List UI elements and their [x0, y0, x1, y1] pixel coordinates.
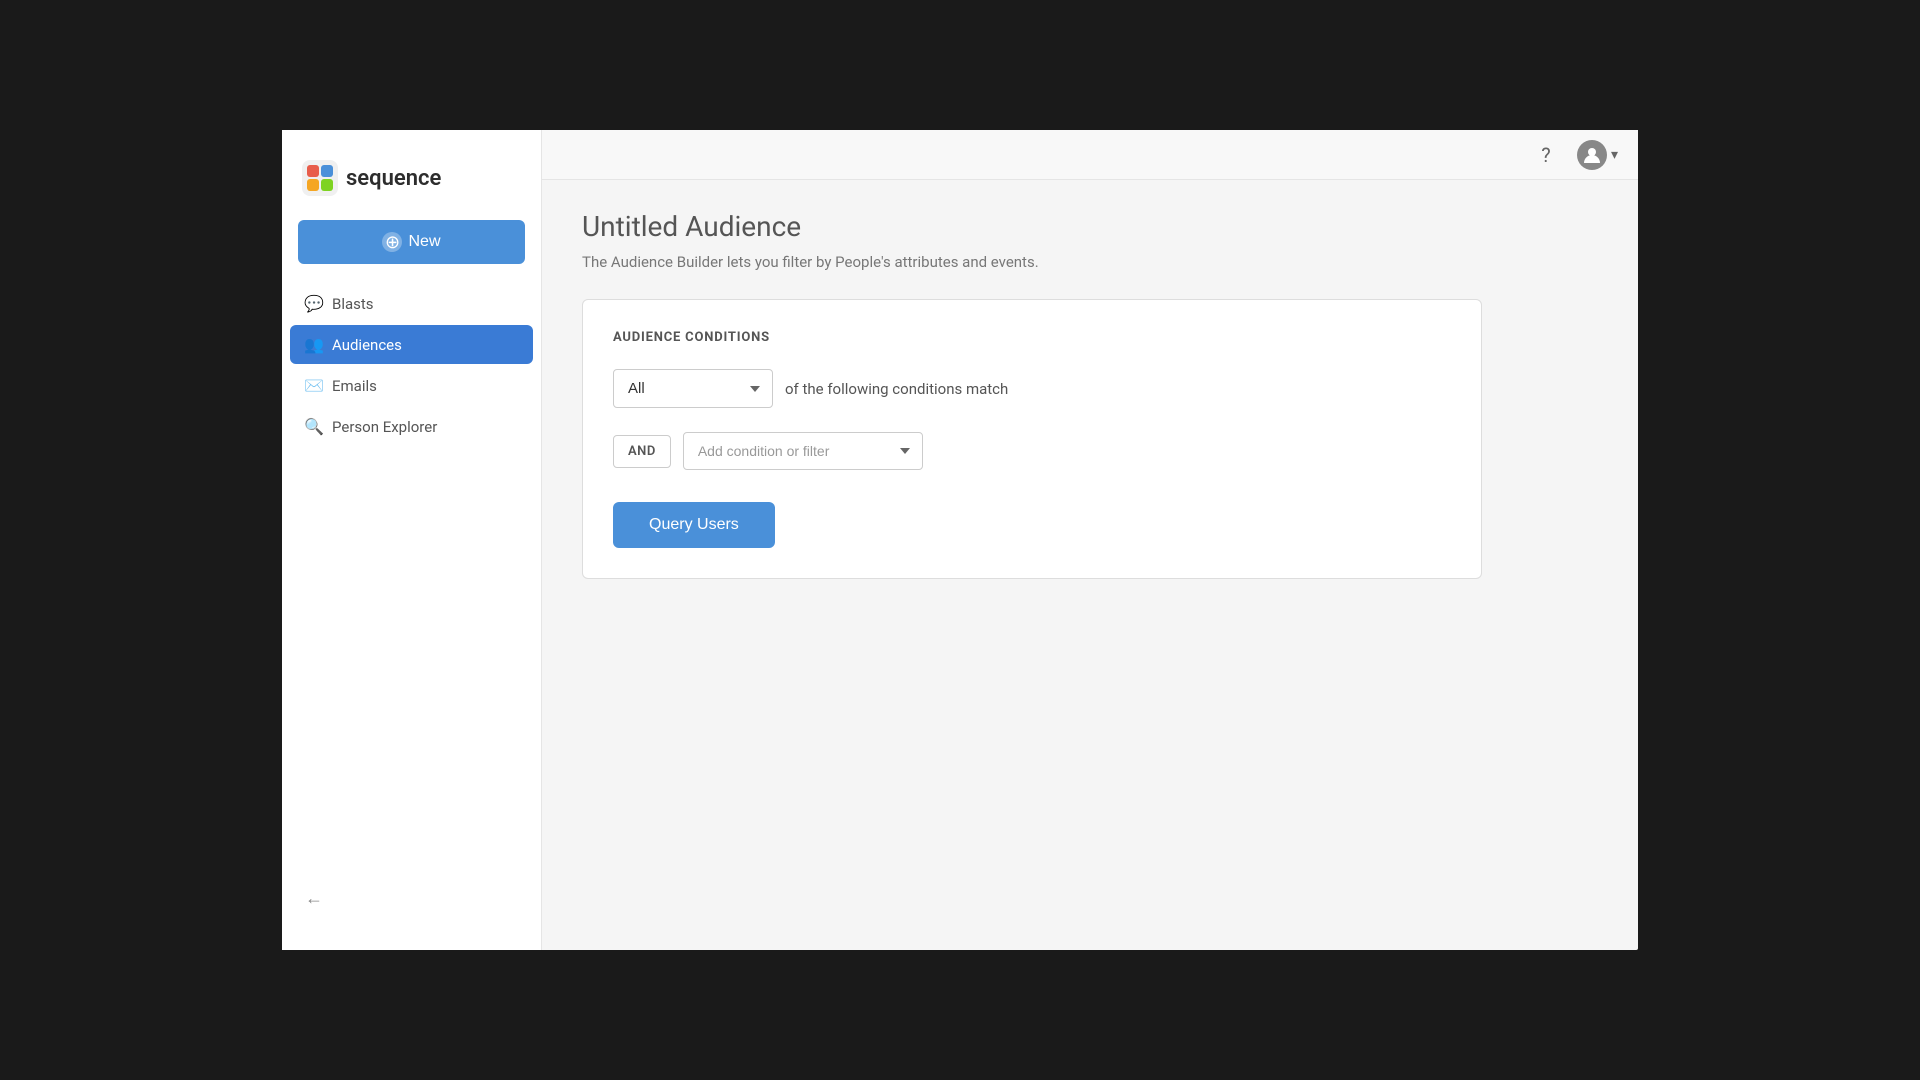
user-menu[interactable]: ▾	[1577, 140, 1618, 170]
query-users-button[interactable]: Query Users	[613, 502, 775, 548]
logo-area: sequence	[282, 150, 541, 220]
sidebar-item-audiences[interactable]: 👥 Audiences	[290, 325, 533, 364]
top-nav: ? ▾	[542, 130, 1638, 180]
sidebar-item-blasts[interactable]: 💬 Blasts	[290, 284, 533, 323]
main-content: Untitled Audience The Audience Builder l…	[542, 130, 1638, 950]
sidebar-item-emails-label: Emails	[332, 377, 377, 395]
new-button-label: New	[408, 233, 440, 251]
page-subtitle: The Audience Builder lets you filter by …	[582, 253, 1598, 271]
plus-icon: ⊕	[382, 232, 402, 252]
avatar	[1577, 140, 1607, 170]
conditions-row: All Any None of the following conditions…	[613, 369, 1451, 408]
conditions-card: AUDIENCE CONDITIONS All Any None of the …	[582, 299, 1482, 579]
and-badge: AND	[613, 435, 671, 468]
nav-items: 💬 Blasts 👥 Audiences ✉️ Emails 🔍 Person …	[282, 284, 541, 446]
blasts-icon: 💬	[304, 294, 322, 313]
conditions-match-text: of the following conditions match	[785, 380, 1008, 398]
section-title: AUDIENCE CONDITIONS	[613, 330, 1451, 345]
match-select[interactable]: All Any None	[613, 369, 773, 408]
page-title: Untitled Audience	[582, 210, 1598, 243]
condition-filter-row: AND Add condition or filter	[613, 432, 1451, 470]
person-explorer-icon: 🔍	[304, 417, 322, 436]
sidebar-item-blasts-label: Blasts	[332, 295, 374, 313]
help-icon: ?	[1541, 143, 1550, 167]
emails-icon: ✉️	[304, 376, 322, 395]
logo-icon	[302, 160, 338, 196]
collapse-icon: ←	[305, 888, 323, 909]
sidebar: sequence ⊕ New 💬 Blasts 👥 Audiences ✉️ E…	[282, 130, 542, 950]
sidebar-item-audiences-label: Audiences	[332, 336, 402, 354]
collapse-sidebar-button[interactable]: ←	[298, 882, 330, 914]
sidebar-item-emails[interactable]: ✉️ Emails	[290, 366, 533, 405]
sidebar-bottom: ←	[282, 866, 541, 930]
audiences-icon: 👥	[304, 335, 322, 354]
new-button[interactable]: ⊕ New	[298, 220, 525, 264]
help-button[interactable]: ?	[1531, 140, 1561, 170]
user-menu-chevron: ▾	[1611, 147, 1618, 163]
sidebar-item-person-explorer-label: Person Explorer	[332, 418, 437, 436]
filter-select[interactable]: Add condition or filter	[683, 432, 923, 470]
logo: sequence	[302, 160, 521, 196]
content-body: Untitled Audience The Audience Builder l…	[542, 180, 1638, 609]
app-name: sequence	[346, 166, 441, 191]
sidebar-item-person-explorer[interactable]: 🔍 Person Explorer	[290, 407, 533, 446]
